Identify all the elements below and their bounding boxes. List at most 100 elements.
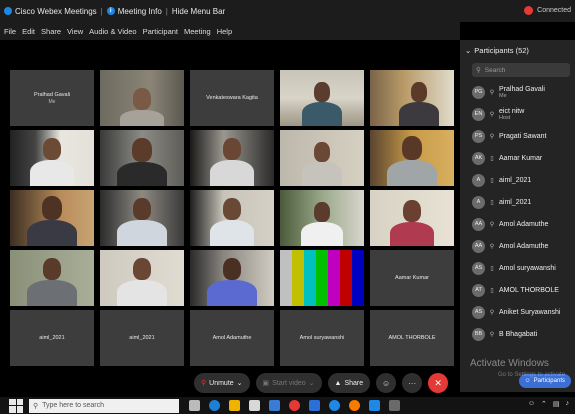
chevron-down-icon[interactable]: ⌄ bbox=[465, 46, 471, 55]
video-tile[interactable]: Aamar Kumar bbox=[370, 250, 454, 306]
edge-icon[interactable] bbox=[209, 400, 220, 411]
firefox-icon[interactable] bbox=[349, 400, 360, 411]
video-tile[interactable]: AMOL THORBOLE bbox=[370, 310, 454, 366]
volume-icon[interactable]: ♪ bbox=[566, 400, 570, 408]
chevron-up-icon[interactable]: ⌃ bbox=[541, 400, 547, 408]
unmute-button[interactable]: ⚲ Unmute ⌄ bbox=[194, 373, 250, 393]
menu-participant[interactable]: Participant bbox=[143, 27, 178, 36]
connection-status[interactable]: Connected bbox=[524, 6, 571, 15]
participant-row[interactable]: EN ⚲ eict nitw Host bbox=[460, 103, 575, 125]
file-explorer-icon[interactable] bbox=[229, 400, 240, 411]
video-tile[interactable]: Amol suryawanshi bbox=[280, 310, 364, 366]
participant-row[interactable]: PS ⚲ Pragati Sawant bbox=[460, 125, 575, 147]
webex-taskbar-icon[interactable] bbox=[369, 400, 380, 411]
windows-start-icon[interactable] bbox=[9, 398, 23, 413]
avatar: PS bbox=[472, 129, 485, 143]
participant-video bbox=[297, 70, 347, 126]
video-tile[interactable] bbox=[10, 130, 94, 186]
video-tile[interactable] bbox=[370, 130, 454, 186]
mail-icon[interactable] bbox=[269, 400, 280, 411]
meeting-info-button[interactable]: i Meeting Info bbox=[106, 7, 162, 16]
leave-meeting-button[interactable]: ✕ bbox=[428, 373, 449, 393]
video-tile[interactable] bbox=[370, 70, 454, 126]
people-icon[interactable]: ☺ bbox=[528, 400, 535, 408]
participant-name: Pralhad Gavali bbox=[499, 85, 545, 93]
taskbar-search-input[interactable]: Type here to search bbox=[42, 402, 104, 409]
chrome-icon[interactable] bbox=[329, 400, 340, 411]
video-tile[interactable]: aiml_2021 bbox=[10, 310, 94, 366]
video-tile[interactable] bbox=[10, 190, 94, 246]
menu-meeting[interactable]: Meeting bbox=[184, 27, 211, 36]
app-icon[interactable] bbox=[289, 400, 300, 411]
microphone-icon[interactable]: ⚲ bbox=[489, 331, 495, 338]
settings-icon[interactable] bbox=[389, 400, 400, 411]
connection-status-label: Connected bbox=[537, 7, 571, 14]
video-tile[interactable] bbox=[100, 130, 184, 186]
menu-file[interactable]: File bbox=[4, 27, 16, 36]
share-label: Share bbox=[344, 379, 364, 387]
video-tile[interactable] bbox=[280, 130, 364, 186]
participant-row[interactable]: A ▯ aiml_2021 bbox=[460, 169, 575, 191]
menu-edit[interactable]: Edit bbox=[22, 27, 35, 36]
more-options-button[interactable]: ··· bbox=[402, 373, 423, 393]
participant-name: aiml_2021 bbox=[499, 176, 532, 184]
task-view-icon[interactable] bbox=[189, 400, 200, 411]
avatar: AK bbox=[472, 151, 485, 165]
video-tile[interactable] bbox=[190, 130, 274, 186]
video-tile[interactable] bbox=[100, 250, 184, 306]
search-input[interactable]: Search bbox=[485, 67, 506, 74]
video-tile[interactable] bbox=[100, 190, 184, 246]
chevron-down-icon[interactable]: ⌄ bbox=[237, 379, 243, 387]
participants-panel-header[interactable]: ⌄ Participants (52) bbox=[460, 40, 575, 60]
store-icon[interactable] bbox=[249, 400, 260, 411]
participant-row[interactable]: AA ⚲ Amol Adamuthe bbox=[460, 213, 575, 235]
phone-icon: ▯ bbox=[490, 287, 494, 294]
participant-row[interactable]: BB ⚲ B Bhagabati bbox=[460, 323, 575, 345]
participant-row[interactable]: PG ⚲ Pralhad Gavali Me bbox=[460, 81, 575, 103]
hide-menu-bar-button[interactable]: Hide Menu Bar bbox=[172, 7, 225, 16]
video-tile[interactable] bbox=[10, 250, 94, 306]
share-button[interactable]: ▲ Share bbox=[327, 373, 371, 393]
network-icon[interactable]: ▤ bbox=[553, 400, 560, 408]
participant-row[interactable]: A ▯ aiml_2021 bbox=[460, 191, 575, 213]
participant-row[interactable]: AS ⚲ Aniket Suryawanshi bbox=[460, 301, 575, 323]
participant-video bbox=[297, 130, 347, 186]
video-tile[interactable] bbox=[100, 70, 184, 126]
chevron-down-icon[interactable]: ⌄ bbox=[309, 379, 315, 387]
menu-audio-video[interactable]: Audio & Video bbox=[89, 27, 136, 36]
microphone-icon[interactable]: ⚲ bbox=[489, 111, 495, 118]
participant-row[interactable]: AA ⚲ Amol Adamuthe bbox=[460, 235, 575, 257]
reactions-button[interactable]: ☺ bbox=[376, 373, 397, 393]
people-icon: ☺ bbox=[524, 378, 531, 384]
participants-search[interactable]: ⚲ Search bbox=[472, 63, 570, 77]
taskbar-search[interactable]: ⚲ Type here to search bbox=[29, 398, 179, 413]
menu-share[interactable]: Share bbox=[41, 27, 61, 36]
video-tile[interactable]: Pralhad Gavali Me bbox=[10, 70, 94, 126]
microphone-icon[interactable]: ⚲ bbox=[489, 221, 495, 228]
avatar: AA bbox=[472, 239, 485, 253]
video-tile[interactable] bbox=[280, 70, 364, 126]
participant-row[interactable]: AK ▯ Aamar Kumar bbox=[460, 147, 575, 169]
video-tile[interactable]: aiml_2021 bbox=[100, 310, 184, 366]
participant-row[interactable]: AS ▯ Amol suryawanshi bbox=[460, 257, 575, 279]
microphone-icon[interactable]: ⚲ bbox=[489, 243, 495, 250]
microphone-icon[interactable]: ⚲ bbox=[489, 133, 495, 140]
participant-video bbox=[27, 130, 77, 186]
microphone-icon[interactable]: ⚲ bbox=[489, 309, 495, 316]
video-tile[interactable] bbox=[280, 190, 364, 246]
microphone-icon[interactable]: ⚲ bbox=[489, 89, 495, 96]
participant-video bbox=[25, 190, 79, 246]
menu-view[interactable]: View bbox=[67, 27, 83, 36]
video-tile[interactable]: Amol Adamuthe bbox=[190, 310, 274, 366]
video-tile[interactable]: Venkateswara Kagita bbox=[190, 70, 274, 126]
word-icon[interactable] bbox=[309, 400, 320, 411]
video-tile[interactable] bbox=[370, 190, 454, 246]
start-video-button[interactable]: ▣ Start video ⌄ bbox=[255, 373, 322, 393]
video-tile[interactable] bbox=[190, 190, 274, 246]
participant-video bbox=[207, 190, 257, 246]
video-tile[interactable] bbox=[190, 250, 274, 306]
video-tile[interactable] bbox=[280, 250, 364, 306]
search-icon: ⚲ bbox=[33, 402, 39, 410]
participant-row[interactable]: AT ▯ AMOL THORBOLE bbox=[460, 279, 575, 301]
menu-help[interactable]: Help bbox=[217, 27, 232, 36]
